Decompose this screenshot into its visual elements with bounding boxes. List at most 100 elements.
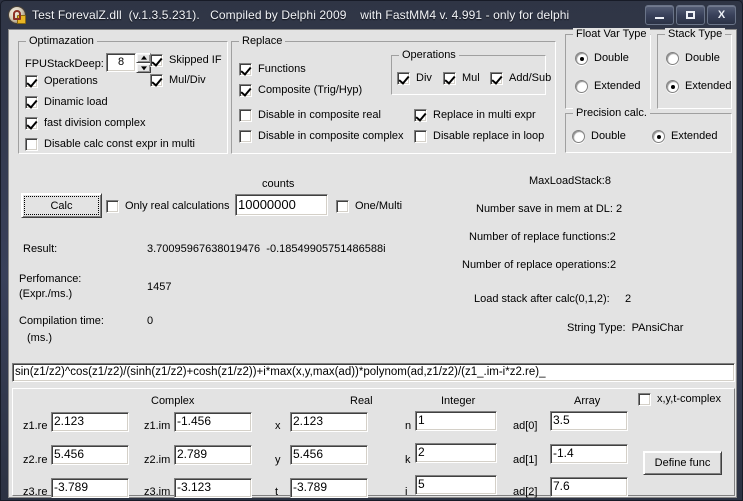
radio-stack-extended[interactable]: Extended bbox=[666, 80, 731, 93]
fpustackdeep-spinner-up[interactable] bbox=[136, 53, 151, 63]
i-input[interactable]: 5 bbox=[415, 475, 497, 495]
checkbox-only-real-calculations[interactable]: Only real calculations bbox=[106, 200, 230, 213]
ad2-input[interactable]: 7.6 bbox=[550, 477, 628, 497]
radio-float-var-extended[interactable]: Extended bbox=[575, 80, 640, 93]
ad2-label: ad[2] bbox=[513, 486, 538, 498]
checkbox-disable-calc-const-expr[interactable]: Disable calc const expr in multi bbox=[25, 138, 195, 151]
fpustackdeep-spinner-down[interactable] bbox=[136, 63, 151, 73]
checkbox-skipped-if[interactable]: Skipped IF bbox=[150, 54, 222, 67]
checkbox-label: x,y,t-complex bbox=[657, 393, 721, 405]
z2-re-input[interactable]: 5.456 bbox=[51, 445, 129, 465]
client-area: Optimazation FPUStackDeep: 8 Skipped IF … bbox=[8, 28, 737, 498]
maximize-button[interactable] bbox=[676, 5, 705, 25]
z1-im-label: z1.im bbox=[144, 420, 171, 432]
checkbox-label: fast division complex bbox=[44, 117, 146, 129]
radio-stack-double[interactable]: Double bbox=[666, 52, 720, 65]
checkbox-disable-in-composite-complex[interactable]: Disable in composite complex bbox=[239, 130, 404, 143]
replace-group-caption: Replace bbox=[239, 35, 286, 47]
checkbox-div[interactable]: Div bbox=[397, 72, 432, 85]
performance-units-label: (Expr./ms.) bbox=[19, 288, 73, 300]
z3-re-input[interactable]: -3.789 bbox=[51, 478, 129, 498]
caption-button-group: X bbox=[645, 5, 736, 25]
z3-im-label: z3.im bbox=[144, 486, 171, 498]
checkbox-box bbox=[25, 138, 38, 151]
ad1-input[interactable]: -1.4 bbox=[550, 444, 628, 464]
counts-input[interactable]: 10000000 bbox=[235, 194, 328, 216]
z1-re-input[interactable]: 2.123 bbox=[51, 412, 129, 432]
radio-precision-extended[interactable]: Extended bbox=[652, 130, 717, 143]
t-input[interactable]: -3.789 bbox=[290, 478, 368, 498]
checkbox-box bbox=[239, 130, 252, 143]
checkbox-replace-in-multi-expr[interactable]: Replace in multi expr bbox=[414, 109, 536, 122]
close-button[interactable]: X bbox=[707, 5, 736, 25]
radio-precision-double[interactable]: Double bbox=[572, 130, 626, 143]
radio-label: Extended bbox=[594, 80, 641, 92]
n-input[interactable]: 1 bbox=[415, 411, 497, 431]
precision-calc-caption: Precision calc. bbox=[573, 107, 650, 119]
z2-im-label: z2.im bbox=[144, 454, 171, 466]
checkbox-label: Add/Sub bbox=[509, 72, 552, 84]
checkbox-box bbox=[490, 72, 503, 85]
radio-label: Double bbox=[591, 130, 626, 142]
checkbox-box bbox=[25, 96, 38, 109]
stat-load-stack-after-calc: Load stack after calc(0,1,2): 2 bbox=[474, 293, 632, 305]
checkbox-box bbox=[414, 130, 427, 143]
y-input[interactable]: 5.456 bbox=[290, 445, 368, 465]
checkbox-label: Skipped IF bbox=[169, 54, 222, 66]
checkbox-operations[interactable]: Operations bbox=[25, 75, 98, 88]
checkbox-label: Div bbox=[416, 72, 432, 84]
checkbox-mul-div[interactable]: Mul/Div bbox=[150, 74, 206, 87]
checkbox-composite-trig-hyp[interactable]: Composite (Trig/Hyp) bbox=[239, 84, 362, 97]
y-label: y bbox=[275, 454, 281, 466]
ad0-label: ad[0] bbox=[513, 420, 538, 432]
result-value: 3.70095967638019476 -0.18549905751486588… bbox=[147, 243, 386, 255]
result-label: Result: bbox=[23, 243, 58, 255]
checkbox-label: One/Multi bbox=[355, 200, 403, 212]
checkbox-box bbox=[397, 72, 410, 85]
fpustackdeep-input[interactable]: 8 bbox=[106, 53, 136, 72]
checkbox-box bbox=[106, 200, 119, 213]
z1-re-label: z1.re bbox=[23, 420, 48, 432]
checkbox-label: Composite (Trig/Hyp) bbox=[258, 84, 363, 96]
checkbox-box bbox=[239, 84, 252, 97]
z2-re-label: z2.re bbox=[23, 454, 48, 466]
z3-im-input[interactable]: -3.123 bbox=[174, 478, 252, 498]
checkbox-one-multi[interactable]: One/Multi bbox=[336, 200, 402, 213]
stat-replace-functions: Number of replace functions:2 bbox=[469, 231, 616, 243]
radio-label: Double bbox=[594, 52, 629, 64]
performance-value: 1457 bbox=[147, 281, 172, 293]
calc-button-label: Calc bbox=[24, 196, 99, 215]
checkbox-add-sub[interactable]: Add/Sub bbox=[490, 72, 551, 85]
minimize-icon bbox=[655, 17, 664, 19]
i-label: i bbox=[405, 486, 408, 498]
expression-input[interactable]: sin(z1/z2)^cos(z1/z2)/(sinh(z1/z2)+cosh(… bbox=[12, 363, 735, 382]
checkbox-box bbox=[336, 200, 349, 213]
checkbox-box bbox=[239, 63, 252, 76]
stack-type-group: Stack Type bbox=[657, 28, 732, 109]
real-column-header: Real bbox=[350, 395, 373, 407]
checkbox-fast-division-complex[interactable]: fast division complex bbox=[25, 117, 146, 130]
checkbox-xyt-complex[interactable]: x,y,t-complex bbox=[638, 393, 721, 406]
x-input[interactable]: 2.123 bbox=[290, 412, 368, 432]
checkbox-dinamic-load[interactable]: Dinamic load bbox=[25, 96, 108, 109]
checkbox-functions[interactable]: Functions bbox=[239, 63, 306, 76]
define-func-button[interactable]: Define func bbox=[643, 451, 722, 475]
checkbox-label: Disable in composite complex bbox=[258, 130, 404, 142]
radio-float-var-double[interactable]: Double bbox=[575, 52, 629, 65]
checkbox-label: Only real calculations bbox=[125, 200, 230, 212]
radio-circle bbox=[575, 80, 588, 93]
checkbox-disable-replace-in-loop[interactable]: Disable replace in loop bbox=[414, 130, 544, 143]
z2-im-input[interactable]: 2.789 bbox=[174, 445, 252, 465]
checkbox-box bbox=[25, 75, 38, 88]
minimize-button[interactable] bbox=[645, 5, 674, 25]
z1-im-input[interactable]: -1.456 bbox=[174, 412, 252, 432]
checkbox-disable-in-composite-real[interactable]: Disable in composite real bbox=[239, 109, 381, 122]
n-label: n bbox=[405, 420, 412, 432]
k-input[interactable]: 2 bbox=[415, 443, 497, 463]
checkbox-box bbox=[638, 393, 651, 406]
ad0-input[interactable]: 3.5 bbox=[550, 411, 628, 431]
checkbox-label: Mul bbox=[462, 72, 480, 84]
calc-button[interactable]: Calc bbox=[21, 193, 102, 218]
checkbox-box bbox=[414, 109, 427, 122]
checkbox-mul[interactable]: Mul bbox=[443, 72, 480, 85]
